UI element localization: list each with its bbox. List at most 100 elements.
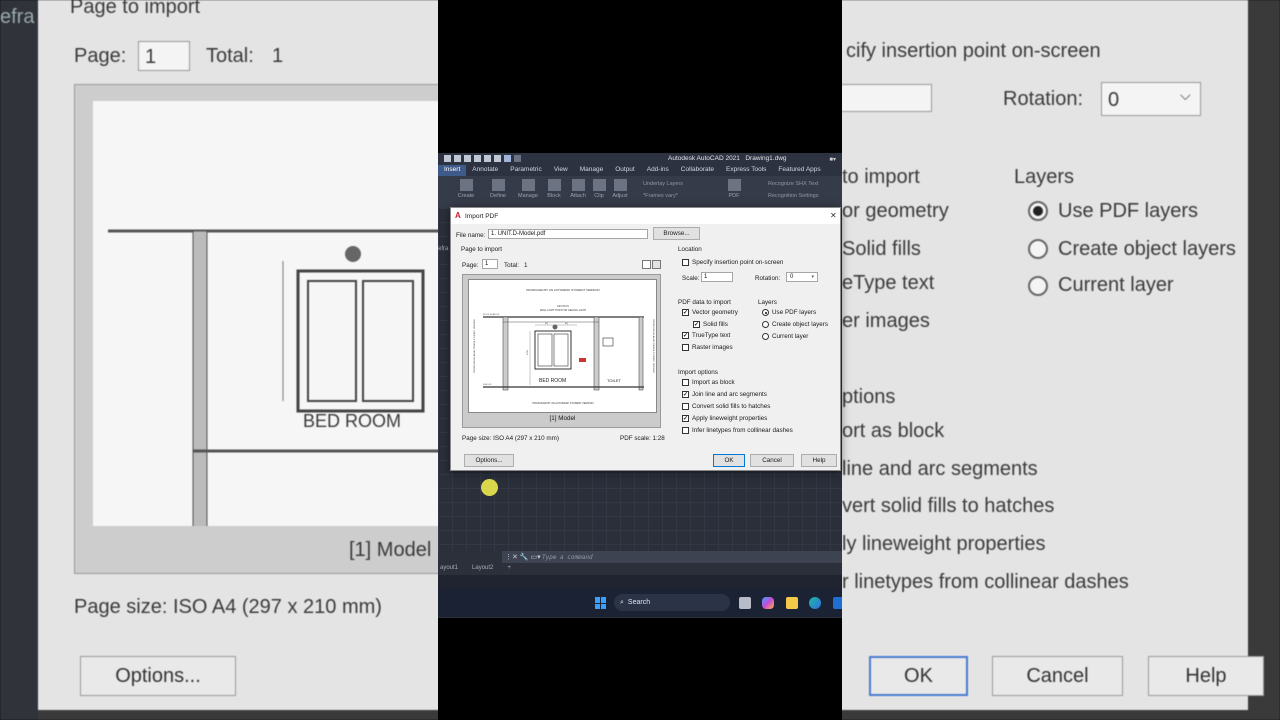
use-pdf-layers-label: Use PDF layers xyxy=(772,309,817,316)
options-button[interactable]: Options... xyxy=(464,454,514,467)
import-as-block-box[interactable] xyxy=(682,379,689,386)
app-title: Autodesk AutoCAD 2021 xyxy=(668,155,740,162)
bg-rotation-value: 0 xyxy=(1108,89,1120,111)
vector-geometry-box[interactable] xyxy=(682,309,689,316)
browse-button[interactable]: Browse... xyxy=(653,227,700,240)
help-button[interactable]: Help xyxy=(801,454,837,467)
command-input[interactable]: Type a command xyxy=(542,554,593,561)
radio-create-object-layers-dot[interactable] xyxy=(762,321,769,328)
solid-fills-checkbox[interactable]: Solid fills xyxy=(693,321,728,328)
tab-featured-apps[interactable]: Featured Apps xyxy=(772,165,826,176)
command-line-icons[interactable]: ⋮✕ 🔧 ▭▾ xyxy=(502,553,542,561)
taskbar-search[interactable]: ⌕ Search xyxy=(614,594,730,611)
specify-onscreen-box[interactable] xyxy=(682,259,689,266)
radio-use-pdf-layers-dot[interactable] xyxy=(762,309,769,316)
ribbon-pdf-button[interactable]: PDF xyxy=(724,179,744,199)
rotation-dropdown[interactable]: 0 ▾ xyxy=(786,272,818,282)
infer-linetypes-label: Infer linetypes from collinear dashes xyxy=(692,427,793,434)
windows-start-icon[interactable] xyxy=(595,597,607,609)
import-as-block-checkbox[interactable]: Import as block xyxy=(682,379,735,386)
bg-radio-use-pdf xyxy=(1028,201,1048,221)
tab-layout2[interactable]: Layout2 xyxy=(470,565,495,575)
underlay-layers[interactable]: Underlay Layers xyxy=(643,181,683,187)
scale-input[interactable]: 1 xyxy=(701,272,733,282)
close-icon[interactable]: ✕ xyxy=(830,211,837,220)
recognize-shx-text[interactable]: Recognize SHX Text xyxy=(768,181,818,187)
raster-images-box[interactable] xyxy=(682,344,689,351)
vector-geometry-checkbox[interactable]: Vector geometry xyxy=(682,309,738,316)
create-block-icon xyxy=(459,179,473,191)
open-icon[interactable] xyxy=(454,155,461,162)
radio-current-layer[interactable]: Current layer xyxy=(762,333,808,340)
radio-current-layer-dot[interactable] xyxy=(762,333,769,340)
bg-left-edge: efra xyxy=(0,0,38,720)
bg-to-import: to import xyxy=(842,166,920,188)
dialog-titlebar[interactable] xyxy=(451,208,840,224)
convert-fills-label: Convert solid fills to hatches xyxy=(692,403,771,410)
ribbon-create-button[interactable]: Create xyxy=(456,179,476,199)
solid-fills-box[interactable] xyxy=(693,321,700,328)
apply-lineweight-checkbox[interactable]: Apply lineweight properties xyxy=(682,415,767,422)
bg-preview-sheet: BED ROOM xyxy=(93,101,453,532)
new-icon[interactable] xyxy=(444,155,451,162)
convert-fills-box[interactable] xyxy=(682,403,689,410)
ribbon-manage-button[interactable]: Manage xyxy=(518,179,538,199)
ribbon-clip-button[interactable]: Clip xyxy=(589,179,609,199)
outlook-icon[interactable] xyxy=(833,597,842,609)
frames-vary[interactable]: *Frames vary* xyxy=(643,193,678,199)
page-input[interactable]: 1 xyxy=(482,259,498,269)
truetype-text-checkbox[interactable]: TrueType text xyxy=(682,332,730,339)
cancel-button[interactable]: Cancel xyxy=(750,454,794,467)
apply-lineweight-box[interactable] xyxy=(682,415,689,422)
raster-images-checkbox[interactable]: Raster images xyxy=(682,344,733,351)
redo-icon[interactable] xyxy=(514,155,521,162)
add-layout-button[interactable]: + xyxy=(505,565,513,575)
tab-layout1[interactable]: ayout1 xyxy=(438,565,460,575)
tab-express-tools[interactable]: Express Tools xyxy=(720,165,772,176)
ribbon-attach-button[interactable]: Attach xyxy=(568,179,588,199)
file-explorer-icon[interactable] xyxy=(786,597,798,609)
current-layer-label: Current layer xyxy=(772,333,809,340)
tab-addins[interactable]: Add-ins xyxy=(641,165,675,176)
window-controls[interactable]: ■▾ xyxy=(829,156,836,163)
tab-annotate[interactable]: Annotate xyxy=(466,165,504,176)
bg-options-label: ptions xyxy=(842,386,896,408)
join-segments-box[interactable] xyxy=(682,391,689,398)
ribbon-block-button[interactable]: Block xyxy=(544,179,564,199)
join-segments-checkbox[interactable]: Join line and arc segments xyxy=(682,391,767,398)
file-name-field[interactable]: 1. UNIT.D-Model.pdf xyxy=(488,229,648,239)
manage-attributes-icon xyxy=(521,179,535,191)
tab-insert[interactable]: Insert xyxy=(438,165,467,176)
recognition-settings[interactable]: Recognition Settings xyxy=(768,193,818,199)
undo-icon[interactable] xyxy=(504,155,511,162)
tab-parametric[interactable]: Parametric xyxy=(504,165,547,176)
saveas-icon[interactable] xyxy=(474,155,481,162)
tab-view[interactable]: View xyxy=(548,165,574,176)
print-icon[interactable] xyxy=(494,155,501,162)
preview-room-bedroom: BED ROOM xyxy=(539,378,566,384)
viewport-label[interactable]: efra xyxy=(438,246,448,252)
command-line[interactable]: ⋮✕ 🔧 ▭▾ Type a command xyxy=(502,551,842,563)
edge-browser-icon[interactable] xyxy=(809,597,821,609)
save-icon[interactable] xyxy=(464,155,471,162)
single-view-icon[interactable] xyxy=(642,260,651,269)
ok-button[interactable]: OK xyxy=(713,454,745,467)
tab-collaborate[interactable]: Collaborate xyxy=(675,165,720,176)
ribbon-define-button[interactable]: Define xyxy=(488,179,508,199)
specify-onscreen-checkbox[interactable]: Specify insertion point on-screen xyxy=(682,259,783,266)
task-view-icon[interactable] xyxy=(739,597,751,609)
ribbon-adjust-button[interactable]: Adjust xyxy=(610,179,630,199)
tab-manage[interactable]: Manage xyxy=(574,165,610,176)
radio-create-object-layers[interactable]: Create object layers xyxy=(762,321,828,328)
thumbnail-grid-icon[interactable] xyxy=(652,260,661,269)
convert-fills-checkbox[interactable]: Convert solid fills to hatches xyxy=(682,403,770,410)
plot-icon[interactable] xyxy=(484,155,491,162)
tab-output[interactable]: Output xyxy=(609,165,641,176)
ribbon-adjust-label: Adjust xyxy=(612,193,628,199)
copilot-icon[interactable] xyxy=(762,597,774,609)
infer-linetypes-checkbox[interactable]: Infer linetypes from collinear dashes xyxy=(682,427,793,434)
preview-eq-2: EQ xyxy=(565,323,568,325)
truetype-text-box[interactable] xyxy=(682,332,689,339)
infer-linetypes-box[interactable] xyxy=(682,427,689,434)
radio-use-pdf-layers[interactable]: Use PDF layers xyxy=(762,309,816,316)
